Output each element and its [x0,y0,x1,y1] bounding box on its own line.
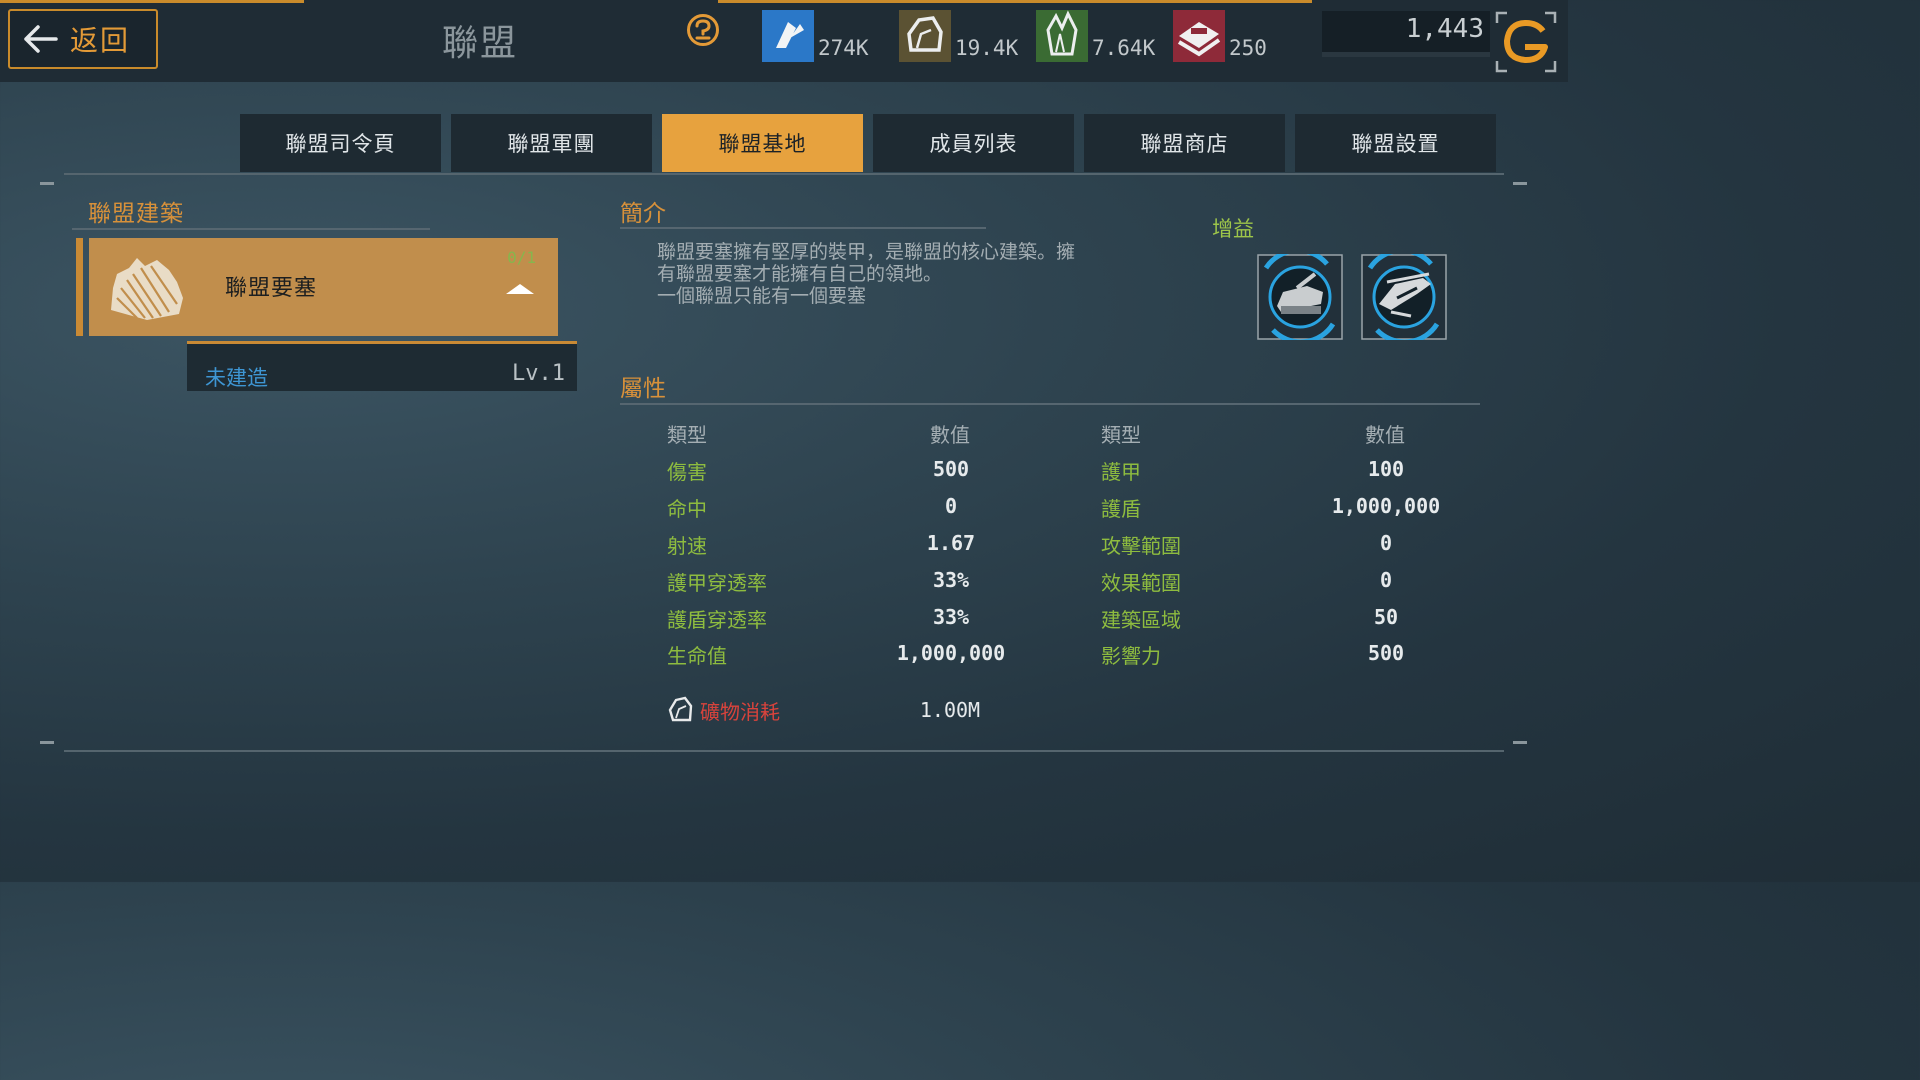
divider [64,173,1504,175]
attr-label: 護甲穿透率 [667,571,767,595]
col-header-type: 類型 [667,423,707,447]
back-label: 返回 [70,24,131,57]
attr-value: 100 [1367,457,1405,481]
currency-g-icon[interactable] [1495,11,1557,73]
attr-label: 建築區域 [1101,608,1181,632]
intro-line: 聯盟要塞擁有堅厚的裝甲，是聯盟的核心建築。擁 [657,241,1076,263]
help-icon[interactable] [686,13,720,47]
power-value: 1,443 [1405,14,1484,44]
attr-value: 1.67 [926,531,976,555]
divider [64,750,1504,752]
building-card-fortress[interactable]: 聯盟要塞 0/1 [76,238,558,336]
building-level-row[interactable]: 未建造 Lv.1 [187,341,577,391]
tab-alliance-shop[interactable]: 聯盟商店 [1084,114,1285,172]
col-header-value: 數值 [930,423,970,447]
cost-value: 1.00M [919,698,981,722]
col-header-type: 類型 [1101,423,1141,447]
back-arrow-icon [24,25,58,53]
frame-corner [40,182,54,185]
intro-line: 有聯盟要塞才能擁有自己的領地。 [657,263,943,285]
tab-alliance-command[interactable]: 聯盟司令頁 [240,114,441,172]
intro-text: 聯盟要塞擁有堅厚的裝甲，是聯盟的核心建築。擁 有聯盟要塞才能擁有自己的領地。 一… [657,241,1177,307]
resource-value: 274K [818,36,869,60]
attr-label: 命中 [667,497,707,521]
power-bar [1322,52,1490,57]
attr-label: 效果範圍 [1101,571,1181,595]
supply-crate-icon [1173,10,1225,62]
attr-value: 0 [1379,531,1393,555]
col-header-value: 數值 [1365,423,1405,447]
aircraft-buff-icon[interactable] [1361,254,1447,340]
attr-label: 影響力 [1101,644,1161,668]
build-status: 未建造 [205,366,268,390]
section-title-intro: 簡介 [620,201,666,227]
back-button[interactable]: 返回 [8,9,158,69]
divider [72,228,430,230]
frame-corner [1513,741,1527,744]
tab-alliance-settings[interactable]: 聯盟設置 [1295,114,1496,172]
attr-label: 攻擊範圍 [1101,534,1181,558]
attr-value: 33% [932,605,970,629]
frame-corner [1513,182,1527,185]
tank-buff-icon[interactable] [1257,254,1343,340]
resource-supply[interactable]: 250 [1173,2,1267,62]
attr-value: 0 [1379,568,1393,592]
crystal-icon [1036,10,1088,62]
top-accent-line [0,0,304,3]
frame-corner [40,741,54,744]
resource-power-cell[interactable]: 274K [762,2,869,62]
resource-value: 250 [1229,36,1267,60]
chevron-up-icon [506,284,534,294]
attr-value: 33% [932,568,970,592]
divider [620,403,1480,405]
section-title-attributes: 屬性 [620,376,666,402]
resource-ore[interactable]: 19.4K [899,2,1018,62]
building-count: 0/1 [507,248,536,267]
attr-value: 1,000,000 [896,641,1006,665]
attr-value: 50 [1373,605,1399,629]
resource-value: 19.4K [955,36,1019,60]
card-edge [76,238,83,336]
attr-value: 500 [1367,641,1405,665]
building-name: 聯盟要塞 [225,276,318,301]
attr-label: 生命值 [667,644,727,668]
section-title-buildings: 聯盟建築 [88,201,184,227]
resource-crystal[interactable]: 7.64K [1036,2,1155,62]
attr-label: 護盾 [1101,497,1141,521]
tab-alliance-legion[interactable]: 聯盟軍團 [451,114,652,172]
resource-value: 7.64K [1092,36,1156,60]
tab-alliance-base[interactable]: 聯盟基地 [662,114,863,172]
power-cell-icon [762,10,814,62]
attr-value: 500 [932,457,970,481]
ore-icon [899,10,951,62]
attr-label: 護盾穿透率 [667,608,767,632]
page-title: 聯盟 [441,23,518,64]
building-level: Lv.1 [512,361,565,386]
fortress-icon [111,258,183,320]
tab-member-list[interactable]: 成員列表 [873,114,1074,172]
attr-label: 傷害 [667,460,707,484]
divider [620,227,986,229]
card-body: 聯盟要塞 0/1 [89,238,558,336]
intro-line: 一個聯盟只能有一個要塞 [657,285,867,307]
buff-title: 增益 [1212,217,1254,241]
cost-label: 礦物消耗 [700,700,780,724]
attr-label: 護甲 [1101,460,1141,484]
power-display: 1,443 [1322,11,1490,57]
attr-label: 射速 [667,534,707,558]
attr-value: 0 [944,494,958,518]
attr-value: 1,000,000 [1331,494,1441,518]
ore-icon [668,696,693,722]
